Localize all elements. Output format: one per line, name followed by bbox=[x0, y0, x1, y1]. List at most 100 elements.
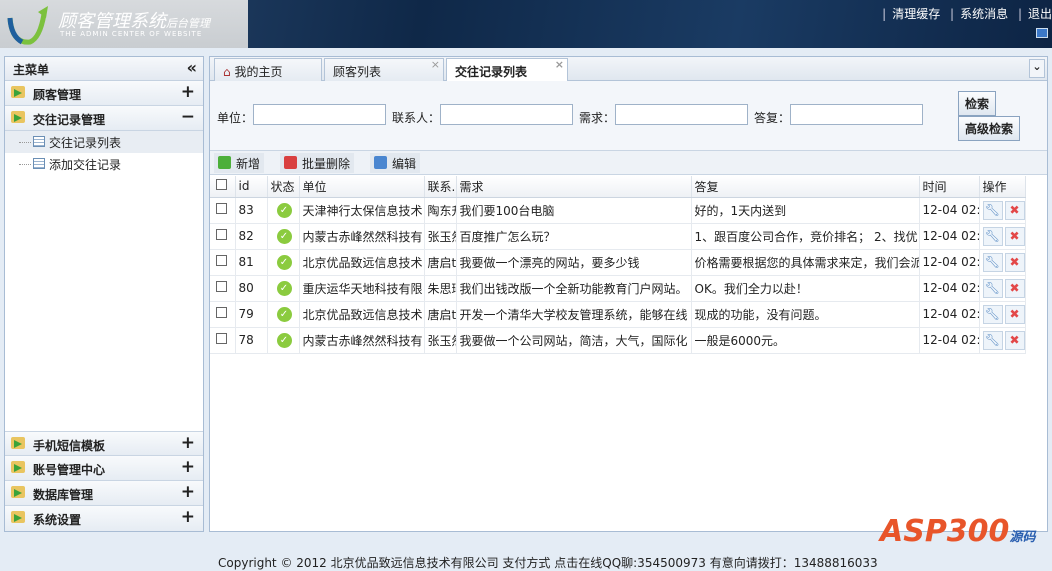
app-title-text: 顾客管理系统 bbox=[58, 11, 166, 32]
tab-home[interactable]: ⌂ 我的主页 bbox=[214, 58, 322, 81]
tab-customer-list[interactable]: 顾客列表 × bbox=[324, 58, 444, 81]
col-contact[interactable]: 联系. bbox=[424, 176, 457, 198]
sidebar-group-database[interactable]: 数据库管理 + bbox=[5, 481, 203, 506]
logo: 顾客管理系统后台管理 THE ADMIN CENTER OF WEBSITE bbox=[0, 0, 248, 48]
col-status[interactable]: 状态 bbox=[267, 176, 300, 198]
table-row[interactable]: 83 ✓ 天津神行太保信息技术 陶东升 我们要100台电脑 好的，1天内送到 1… bbox=[210, 197, 1026, 224]
wrench-icon[interactable]: 🔧︎ bbox=[982, 330, 1003, 350]
unit-input[interactable] bbox=[253, 104, 386, 125]
delete-x-icon[interactable]: ✖ bbox=[1004, 330, 1024, 350]
cell-status: ✓ bbox=[267, 249, 300, 276]
sidebar-item-record-list[interactable]: 交往记录列表 bbox=[5, 131, 203, 153]
wrench-icon[interactable]: 🔧︎ bbox=[982, 252, 1003, 272]
header: 顾客管理系统后台管理 THE ADMIN CENTER OF WEBSITE |… bbox=[0, 0, 1052, 48]
col-reply[interactable]: 答复 bbox=[691, 176, 920, 198]
table-row[interactable]: 82 ✓ 内蒙古赤峰然然科技有 张玉然 百度推广怎么玩？ 1、跟百度公司合作，竞… bbox=[210, 223, 1026, 250]
sidebar-group-records[interactable]: 交往记录管理 − bbox=[5, 106, 203, 131]
cell-actions: 🔧︎ ✖ bbox=[979, 197, 1026, 224]
row-checkbox[interactable] bbox=[216, 333, 227, 344]
table-row[interactable]: 78 ✓ 内蒙古赤峰然然科技有 张玉然 我要做一个公司网站，简洁，大气，国际化 … bbox=[210, 327, 1026, 354]
need-input[interactable] bbox=[615, 104, 748, 125]
sidebar-group-customers[interactable]: 顾客管理 + bbox=[5, 81, 203, 106]
row-select[interactable] bbox=[210, 197, 236, 224]
col-unit[interactable]: 单位 bbox=[299, 176, 425, 198]
row-checkbox[interactable] bbox=[216, 203, 227, 214]
row-select[interactable] bbox=[210, 301, 236, 328]
group-label: 系统设置 bbox=[33, 513, 82, 527]
edit-icon bbox=[374, 156, 387, 169]
cell-reply: 现成的功能，没有问题。 bbox=[691, 301, 920, 328]
table-row[interactable]: 81 ✓ 北京优品致远信息技术 唐启t 我要做一个漂亮的网站，要多少钱 价格需要… bbox=[210, 249, 1026, 276]
col-time[interactable]: 时间 bbox=[919, 176, 980, 198]
advanced-search-button[interactable]: 高级检索 bbox=[958, 116, 1021, 141]
folder-icon bbox=[11, 437, 25, 449]
select-all-header[interactable] bbox=[210, 176, 236, 198]
cell-reply: OK。我们全力以赴！ bbox=[691, 275, 920, 302]
row-select[interactable] bbox=[210, 275, 236, 302]
collapse-icon[interactable]: − bbox=[181, 107, 195, 127]
delete-icon bbox=[284, 156, 297, 169]
expand-icon[interactable]: + bbox=[181, 433, 195, 453]
sidebar-group-settings[interactable]: 系统设置 + bbox=[5, 506, 203, 531]
batch-delete-button[interactable]: 批量删除 bbox=[280, 153, 355, 173]
wrench-icon[interactable]: 🔧︎ bbox=[982, 226, 1003, 246]
col-id[interactable]: id bbox=[235, 176, 268, 198]
clear-cache-link[interactable]: 清理缓存 bbox=[892, 7, 940, 21]
collapse-sidebar-icon[interactable]: « bbox=[187, 58, 197, 77]
logout-link[interactable]: 退出 bbox=[1028, 7, 1052, 21]
group-label: 账号管理中心 bbox=[33, 463, 106, 477]
delete-x-icon[interactable]: ✖ bbox=[1004, 226, 1024, 246]
row-checkbox[interactable] bbox=[216, 229, 227, 240]
system-messages-link[interactable]: 系统消息 bbox=[960, 7, 1008, 21]
close-icon[interactable]: × bbox=[555, 58, 564, 71]
cell-status: ✓ bbox=[267, 301, 300, 328]
cell-time: 12-04 02:2 bbox=[919, 223, 980, 250]
check-icon: ✓ bbox=[276, 333, 292, 348]
select-all-checkbox[interactable] bbox=[216, 179, 227, 191]
wrench-icon[interactable]: 🔧︎ bbox=[982, 304, 1003, 324]
delete-x-icon[interactable]: ✖ bbox=[1004, 252, 1024, 272]
row-checkbox[interactable] bbox=[216, 307, 227, 318]
check-icon: ✓ bbox=[276, 203, 292, 218]
delete-x-icon[interactable]: ✖ bbox=[1004, 200, 1024, 220]
row-checkbox[interactable] bbox=[216, 255, 227, 266]
cell-time: 12-04 02:2 bbox=[919, 301, 980, 328]
chevron-down-icon[interactable]: ⌄ bbox=[1029, 59, 1045, 78]
expand-icon[interactable]: + bbox=[181, 507, 195, 527]
row-checkbox[interactable] bbox=[216, 281, 227, 292]
close-icon[interactable]: × bbox=[431, 58, 440, 71]
row-select[interactable] bbox=[210, 327, 236, 354]
fullscreen-icon[interactable] bbox=[1036, 28, 1048, 38]
wrench-icon[interactable]: 🔧︎ bbox=[982, 278, 1003, 298]
table-row[interactable]: 79 ✓ 北京优品致远信息技术 唐启t 开发一个清华大学校友管理系统，能够在线 … bbox=[210, 301, 1026, 328]
reply-input[interactable] bbox=[790, 104, 923, 125]
col-need[interactable]: 需求 bbox=[456, 176, 692, 198]
check-icon: ✓ bbox=[276, 255, 292, 270]
tab-record-list[interactable]: 交往记录列表 × bbox=[446, 58, 568, 82]
add-button[interactable]: 新增 bbox=[214, 153, 265, 173]
cell-unit: 内蒙古赤峰然然科技有 bbox=[299, 327, 425, 354]
search-button[interactable]: 检索 bbox=[958, 91, 997, 116]
expand-icon[interactable]: + bbox=[181, 457, 195, 477]
tab-label: 顾客列表 bbox=[333, 65, 382, 79]
sidebar-group-accounts[interactable]: 账号管理中心 + bbox=[5, 456, 203, 481]
delete-x-icon[interactable]: ✖ bbox=[1004, 278, 1024, 298]
folder-icon bbox=[11, 511, 25, 523]
contact-input[interactable] bbox=[440, 104, 573, 125]
cell-time: 12-04 02:2 bbox=[919, 249, 980, 276]
table-row[interactable]: 80 ✓ 重庆运华天地科技有限 朱思瑶 我们出钱改版一个全新功能教育门户网站。 … bbox=[210, 275, 1026, 302]
row-select[interactable] bbox=[210, 249, 236, 276]
sidebar-group-sms[interactable]: 手机短信模板 + bbox=[5, 431, 203, 456]
sidebar-item-add-record[interactable]: 添加交往记录 bbox=[5, 153, 203, 175]
expand-icon[interactable]: + bbox=[181, 82, 195, 102]
cell-reply: 1、跟百度公司合作，竞价排名； 2、找优 bbox=[691, 223, 920, 250]
expand-icon[interactable]: + bbox=[181, 482, 195, 502]
add-icon bbox=[218, 156, 231, 169]
tab-label: 我的主页 bbox=[234, 65, 283, 79]
edit-button[interactable]: 编辑 bbox=[370, 153, 421, 173]
cell-contact: 张玉然 bbox=[424, 223, 457, 250]
search-form: 单位： 联系人： 需求： 答复： 检索 高级检索 bbox=[210, 81, 1047, 151]
delete-x-icon[interactable]: ✖ bbox=[1004, 304, 1024, 324]
row-select[interactable] bbox=[210, 223, 236, 250]
wrench-icon[interactable]: 🔧︎ bbox=[982, 200, 1003, 220]
